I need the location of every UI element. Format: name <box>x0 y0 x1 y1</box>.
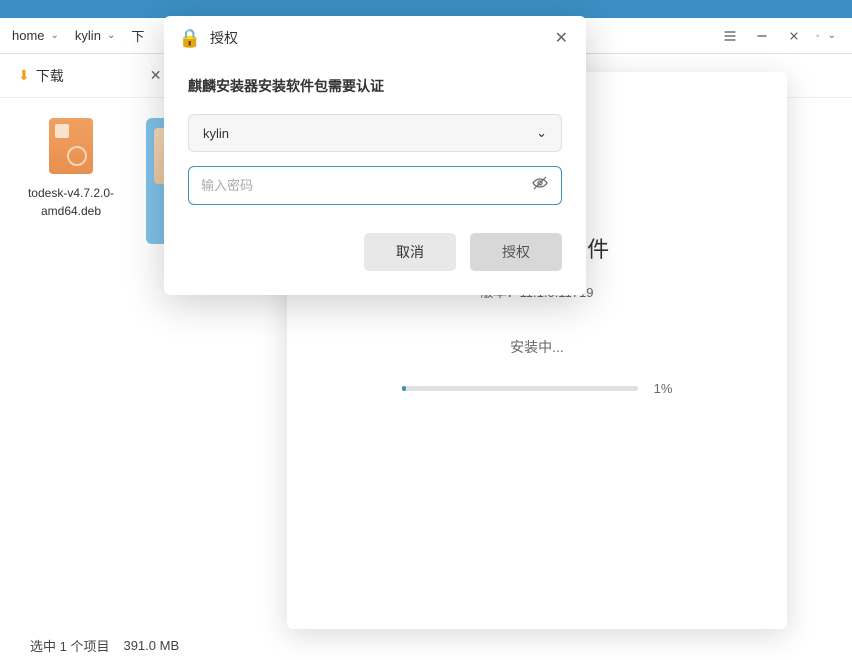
sort-button[interactable]: ⌄ <box>812 22 840 50</box>
tab-close-button[interactable]: ✕ <box>150 67 162 84</box>
authorize-button[interactable]: 授权 <box>470 233 562 271</box>
progress-row: 1% <box>402 381 673 396</box>
menu-button[interactable] <box>716 22 744 50</box>
breadcrumb-label: 下 <box>131 26 144 45</box>
progress-bar <box>402 386 638 391</box>
progress-fill <box>402 386 407 391</box>
password-input[interactable] <box>201 167 531 204</box>
tab-downloads[interactable]: ⬇ 下载 ✕ <box>8 60 171 92</box>
minimize-icon <box>756 30 768 42</box>
sort-icon <box>816 29 820 43</box>
auth-buttons: 取消 授权 <box>188 233 562 271</box>
breadcrumb: home ⌄ kylin ⌄ 下 <box>4 22 152 49</box>
file-name: todesk-v4.7.2.0-amd64.deb <box>16 184 126 220</box>
auth-message: 麒麟安装器安装软件包需要认证 <box>188 76 562 96</box>
installer-status: 安装中... <box>510 337 564 357</box>
tab-label: 下载 <box>36 66 64 86</box>
progress-percent: 1% <box>654 381 673 396</box>
auth-body: 麒麟安装器安装软件包需要认证 kylin ⌄ 取消 授权 <box>164 60 586 295</box>
auth-user-select[interactable]: kylin ⌄ <box>188 114 562 152</box>
breadcrumb-home[interactable]: home ⌄ <box>4 24 67 47</box>
selection-info: 选中 1 个项目 <box>30 636 109 655</box>
file-item-todesk[interactable]: todesk-v4.7.2.0-amd64.deb <box>16 118 126 220</box>
size-info: 391.0 MB <box>123 638 179 653</box>
breadcrumb-label: kylin <box>75 28 101 43</box>
auth-header-left: 🔒 授权 <box>178 26 238 50</box>
window-controls: ⌄ <box>716 22 852 50</box>
auth-header: 🔒 授权 ✕ <box>164 16 586 60</box>
lock-icon: 🔒 <box>178 26 202 50</box>
status-bar: 选中 1 个项目 391.0 MB <box>0 630 852 660</box>
auth-user-value: kylin <box>203 126 229 141</box>
auth-dialog: 🔒 授权 ✕ 麒麟安装器安装软件包需要认证 kylin ⌄ 取消 授权 <box>164 16 586 295</box>
chevron-down-icon: ⌄ <box>536 125 547 141</box>
deb-package-icon <box>49 118 93 174</box>
cancel-button[interactable]: 取消 <box>364 233 456 271</box>
hamburger-icon <box>723 29 737 43</box>
breadcrumb-downloads[interactable]: 下 <box>123 22 152 49</box>
breadcrumb-kylin[interactable]: kylin ⌄ <box>67 24 123 47</box>
auth-password-field <box>188 166 562 205</box>
chevron-down-icon: ⌄ <box>828 30 836 41</box>
breadcrumb-label: home <box>12 28 45 43</box>
auth-close-button[interactable]: ✕ <box>551 26 572 50</box>
auth-title: 授权 <box>210 28 238 48</box>
chevron-down-icon: ⌄ <box>107 30 115 41</box>
download-icon: ⬇ <box>18 67 30 84</box>
close-icon <box>788 30 800 42</box>
chevron-down-icon: ⌄ <box>51 30 59 41</box>
eye-hidden-icon[interactable] <box>531 174 549 197</box>
close-button[interactable] <box>780 22 808 50</box>
minimize-button[interactable] <box>748 22 776 50</box>
